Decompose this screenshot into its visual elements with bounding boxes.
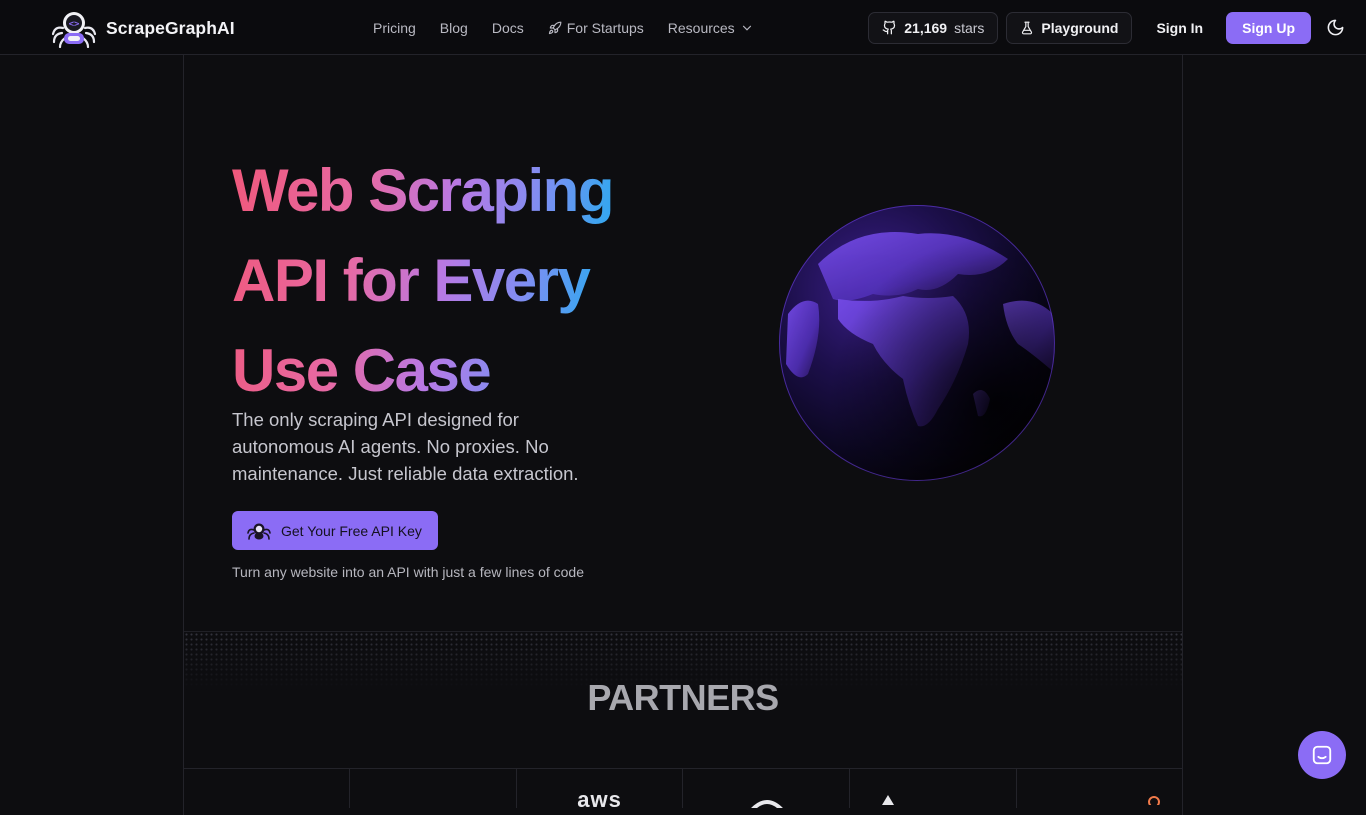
nav-link-label: Resources [667, 19, 735, 36]
nav-link-label: For Startups [566, 19, 644, 36]
brand-name: ScrapeGraphAI [106, 17, 235, 38]
partner-logo-cell: aws [517, 769, 684, 808]
earth-globe-image [779, 205, 1055, 481]
playground-label: Playground [1041, 19, 1119, 36]
hero-title-line: API for Every [232, 236, 613, 326]
hero-title-line: Use Case [232, 326, 613, 416]
chat-widget-button[interactable] [1298, 731, 1346, 779]
github-star-label: stars [954, 19, 985, 36]
spider-robot-logo-icon: <> [51, 12, 97, 48]
nav-link-pricing[interactable]: Pricing [373, 20, 416, 36]
partner-logo-cell [183, 769, 350, 808]
hero-subtitle: The only scraping API designed for auton… [232, 409, 579, 484]
top-nav: <> ScrapeGraphAI Pricing Blog Docs For S… [0, 0, 1366, 55]
partner-logo-fragment-icon [1148, 796, 1161, 805]
moon-icon [1327, 19, 1343, 36]
sign-up-button[interactable]: Sign Up [1226, 11, 1311, 44]
nav-link-label: Pricing [373, 19, 416, 36]
nav-link-docs[interactable]: Docs [492, 20, 524, 36]
chat-icon [1312, 745, 1332, 765]
partner-logo-cell [350, 769, 517, 808]
chevron-down-icon [742, 25, 751, 31]
sign-in-link[interactable]: Sign In [1156, 20, 1203, 36]
theme-toggle-button[interactable] [1324, 17, 1346, 39]
flask-icon [1022, 21, 1033, 34]
partner-logo-fragment-icon [882, 795, 895, 805]
partner-logo-cell [1017, 769, 1183, 808]
aws-logo: aws [577, 787, 622, 808]
rocket-icon [548, 21, 562, 34]
spider-icon [247, 523, 271, 540]
partner-logo-fragment-icon [751, 800, 784, 808]
nav-link-for-startups[interactable]: For Startups [548, 20, 644, 36]
github-stars-button[interactable]: 21,169 stars [868, 11, 999, 44]
nav-link-label: Blog [439, 19, 468, 36]
github-icon [882, 20, 896, 35]
brand-logo-link[interactable]: <> ScrapeGraphAI [50, 8, 235, 48]
partner-logo-cell [683, 769, 851, 808]
github-star-count: 21,169 [904, 19, 948, 36]
nav-actions: 21,169 stars Playground Sign In Sign Up [868, 0, 1346, 55]
playground-button[interactable]: Playground [1006, 11, 1133, 44]
partners-heading: PARTNERS [587, 677, 779, 718]
nav-link-label: Docs [491, 19, 524, 36]
hero-title-line: Web Scraping [232, 146, 614, 236]
cta-note: Turn any website into an API with just a… [232, 564, 585, 580]
partner-logo-cell [850, 769, 1018, 808]
nav-link-resources[interactable]: Resources [668, 20, 754, 36]
get-api-key-button[interactable]: Get Your Free API Key [232, 511, 438, 550]
partner-logo-row: aws [183, 768, 1183, 808]
primary-links: Pricing Blog Docs For Startups Resources [373, 0, 754, 55]
hero-title: Web Scraping API for Every Use Case [232, 146, 614, 416]
svg-text:<>: <> [69, 20, 80, 30]
nav-link-blog[interactable]: Blog [440, 20, 468, 36]
cta-label: Get Your Free API Key [281, 522, 422, 539]
